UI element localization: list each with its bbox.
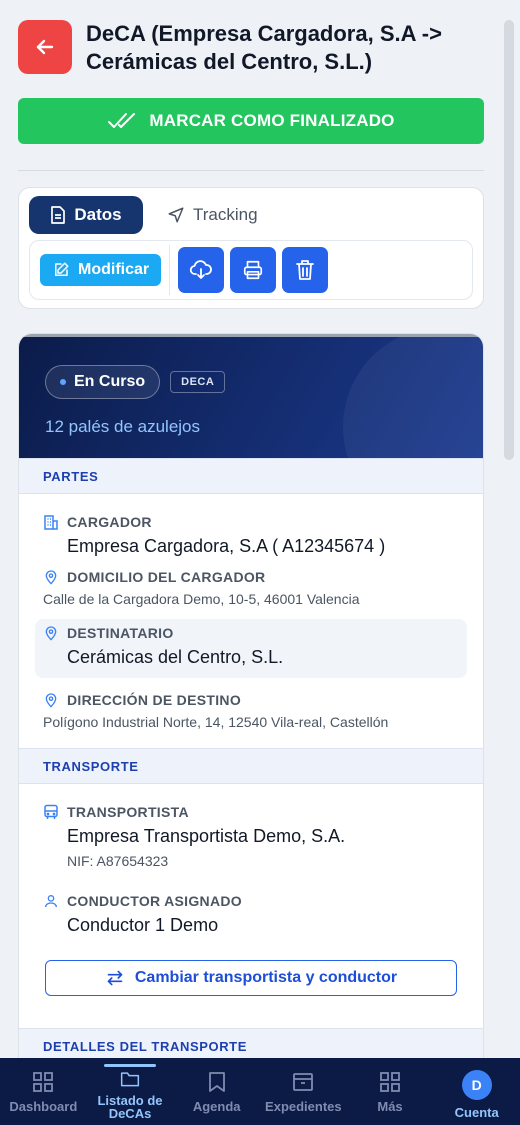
page: DeCA (Empresa Cargadora, S.A -> Cerámica…	[0, 0, 520, 1058]
nav-label: Listado de DeCAs	[97, 1093, 163, 1121]
section-header-partes: PARTES	[19, 458, 483, 494]
edit-icon	[55, 262, 69, 276]
active-indicator	[104, 1064, 156, 1067]
field-direccion: DIRECCIÓN DE DESTINO Polígono Industrial…	[35, 688, 467, 738]
mark-finished-button[interactable]: MARCAR COMO FINALIZADO	[18, 98, 484, 144]
status-label: En Curso	[74, 373, 146, 390]
tab-tracking-label: Tracking	[193, 205, 258, 224]
field-label: DIRECCIÓN DE DESTINO	[43, 692, 459, 708]
field-cargador: CARGADOR Empresa Cargadora, S.A ( A12345…	[35, 510, 467, 565]
user-icon	[45, 895, 57, 908]
status-badge: En Curso	[45, 365, 161, 399]
nif-value: NIF: A87654323	[67, 853, 169, 869]
modify-label: Modificar	[78, 261, 150, 278]
field-label: DOMICILIO DEL CARGADOR	[43, 569, 459, 585]
nav-dashboard[interactable]: Dashboard	[0, 1058, 87, 1125]
nav-label: Agenda	[192, 1099, 241, 1114]
field-label: TRANSPORTISTA	[43, 804, 459, 820]
bottom-nav: Dashboard Listado de DeCAs Agenda Expedi…	[0, 1058, 520, 1125]
section-header-detalles: DETALLES DEL TRANSPORTE	[19, 1028, 483, 1058]
field-destinatario: DESTINATARIO Cerámicas del Centro, S.L.	[35, 619, 467, 678]
destinatario-value: Cerámicas del Centro, S.L.	[67, 647, 284, 667]
field-transportista: TRANSPORTISTA Empresa Transportista Demo…	[35, 800, 467, 877]
nav-mas[interactable]: Más	[347, 1058, 434, 1125]
toolbar-separator	[169, 245, 171, 295]
nav-listado[interactable]: Listado de DeCAs	[87, 1058, 174, 1125]
nav-agenda[interactable]: Agenda	[173, 1058, 260, 1125]
bookmark-icon	[208, 1072, 225, 1092]
trash-icon	[296, 260, 315, 280]
map-pin-icon	[45, 626, 57, 641]
conductor-value: Conductor 1 Demo	[67, 915, 219, 935]
actions-toolbar: Modificar	[29, 240, 473, 300]
section-partes: CARGADOR Empresa Cargadora, S.A ( A12345…	[19, 494, 483, 748]
field-label: CONDUCTOR ASIGNADO	[43, 893, 459, 909]
back-button[interactable]	[18, 20, 72, 74]
domicilio-value: Calle de la Cargadora Demo, 10-5, 46001 …	[43, 591, 360, 607]
nav-label: Expedientes	[265, 1099, 342, 1114]
bus-icon	[44, 804, 58, 819]
download-button[interactable]	[178, 247, 225, 293]
folder-icon	[120, 1072, 140, 1087]
archive-icon	[293, 1073, 314, 1091]
delete-button[interactable]	[282, 247, 329, 293]
modify-button[interactable]: Modificar	[40, 254, 162, 286]
destinatario-label: DESTINATARIO	[67, 625, 174, 641]
tabs-card: Datos Tracking Modificar	[18, 187, 484, 309]
map-pin-icon	[45, 693, 57, 708]
avatar: D	[461, 1070, 492, 1100]
tab-datos[interactable]: Datos	[29, 196, 143, 234]
tab-datos-label: Datos	[74, 205, 122, 224]
change-carrier-label: Cambiar transportista y conductor	[134, 969, 398, 986]
field-domicilio: DOMICILIO DEL CARGADOR Calle de la Carga…	[35, 565, 467, 615]
transportista-value: Empresa Transportista Demo, S.A.	[67, 826, 346, 846]
divider	[18, 170, 484, 171]
scrollbar[interactable]	[504, 20, 514, 460]
status-dot-icon	[60, 379, 66, 385]
section-header-transporte: TRANSPORTE	[19, 748, 483, 784]
building-icon	[44, 515, 58, 530]
print-button[interactable]	[230, 247, 277, 293]
nav-label: Cuenta	[454, 1105, 499, 1120]
double-check-icon	[108, 113, 136, 128]
cargador-label: CARGADOR	[67, 514, 152, 530]
direccion-value: Polígono Industrial Norte, 14, 12540 Vil…	[43, 714, 389, 730]
grid-icon	[33, 1072, 54, 1092]
change-carrier-button[interactable]: Cambiar transportista y conductor	[45, 960, 457, 996]
printer-icon	[244, 260, 263, 280]
grid-icon	[380, 1072, 400, 1092]
cargo-description: 12 palés de azulejos	[45, 417, 201, 436]
mark-finished-label: MARCAR COMO FINALIZADO	[149, 111, 395, 130]
navigation-icon	[168, 207, 184, 223]
hero-badges: En Curso DECA	[45, 365, 483, 399]
type-badge: DECA	[170, 371, 226, 393]
domicilio-label: DOMICILIO DEL CARGADOR	[67, 569, 266, 585]
cargador-value: Empresa Cargadora, S.A ( A12345674 )	[67, 536, 386, 556]
swap-icon	[107, 970, 123, 986]
tabs-row: Datos Tracking	[29, 196, 473, 234]
transportista-label: TRANSPORTISTA	[67, 804, 189, 820]
arrow-left-icon	[36, 39, 54, 55]
field-label: DESTINATARIO	[43, 625, 459, 641]
deca-detail-card: En Curso DECA 12 palés de azulejos PARTE…	[18, 333, 484, 1058]
conductor-label: CONDUCTOR ASIGNADO	[67, 893, 242, 909]
field-label: CARGADOR	[43, 514, 459, 530]
document-icon	[51, 206, 66, 224]
map-pin-icon	[45, 570, 57, 585]
nav-cuenta[interactable]: D Cuenta	[433, 1058, 520, 1125]
direccion-label: DIRECCIÓN DE DESTINO	[67, 692, 242, 708]
tab-tracking[interactable]: Tracking	[153, 196, 272, 234]
section-transporte: TRANSPORTISTA Empresa Transportista Demo…	[19, 784, 483, 1006]
cloud-download-icon	[189, 260, 213, 279]
nav-expedientes[interactable]: Expedientes	[260, 1058, 347, 1125]
page-title: DeCA (Empresa Cargadora, S.A -> Cerámica…	[86, 21, 442, 74]
nav-label: Dashboard	[9, 1099, 78, 1114]
field-conductor: CONDUCTOR ASIGNADO Conductor 1 Demo	[35, 889, 467, 944]
hero-banner: En Curso DECA 12 palés de azulejos	[19, 334, 483, 458]
nav-label: Más	[377, 1099, 403, 1114]
page-header: DeCA (Empresa Cargadora, S.A -> Cerámica…	[18, 0, 484, 76]
